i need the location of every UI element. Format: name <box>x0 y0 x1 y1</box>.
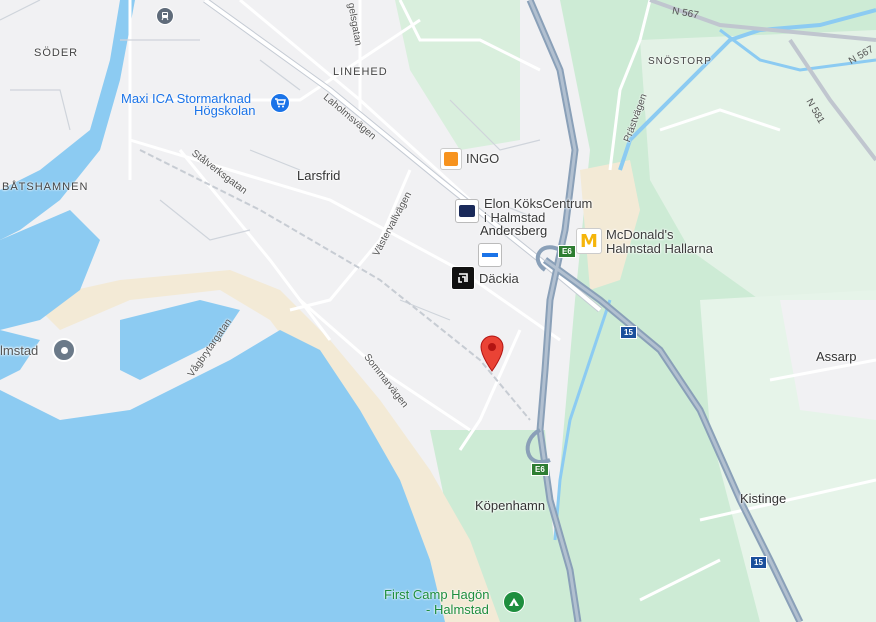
shopping-cart-icon[interactable] <box>270 93 290 113</box>
area-label-larsfrid: Larsfrid <box>297 168 341 183</box>
poi-maxi-ica-line2: Högskolan <box>194 103 256 118</box>
area-label-snostorp: SNÖSTORP <box>648 56 712 67</box>
road-shield-15-bottom: 15 <box>750 556 767 569</box>
elon-store-icon[interactable] <box>455 199 479 223</box>
poi-mcdonalds-line1[interactable]: McDonald's <box>606 228 674 242</box>
city-marker-icon[interactable] <box>52 338 76 362</box>
fuel-station-icon[interactable] <box>440 148 462 170</box>
area-label-andersberg: Andersberg <box>480 223 548 238</box>
bestway-icon[interactable] <box>478 243 502 267</box>
area-label-assarp: Assarp <box>816 349 857 364</box>
poi-mcdonalds-line2[interactable]: Halmstad Hallarna <box>606 242 713 256</box>
train-station-icon[interactable] <box>156 7 174 25</box>
campground-icon[interactable] <box>503 591 525 613</box>
city-label-halmstad[interactable]: lmstad <box>0 343 38 358</box>
poi-elon-line2[interactable]: i Halmstad <box>484 211 545 225</box>
poi-elon-line1[interactable]: Elon KöksCentrum <box>484 197 592 211</box>
tire-shop-icon[interactable] <box>451 266 475 290</box>
area-label-soder: SÖDER <box>34 47 79 59</box>
mcdonalds-icon[interactable]: M <box>576 228 602 254</box>
road-shield-e6-bottom: E6 <box>531 463 549 476</box>
road-shield-e6-top: E6 <box>558 245 576 258</box>
area-label-linehed: LINEHED <box>333 66 388 78</box>
area-label-batshamnen: BÅTSHAMNEN <box>2 181 89 193</box>
road-shield-15-top: 15 <box>620 326 637 339</box>
poi-first-camp-line2[interactable]: - Halmstad <box>426 603 489 617</box>
area-label-kopenhamn: Köpenhamn <box>475 498 546 513</box>
location-pin-icon[interactable] <box>479 334 505 372</box>
area-label-kistinge: Kistinge <box>740 491 787 506</box>
poi-ingo-label[interactable]: INGO <box>466 152 499 166</box>
poi-dackia-label[interactable]: Däckia <box>479 272 519 286</box>
poi-first-camp-line1[interactable]: First Camp Hagön <box>384 588 489 602</box>
